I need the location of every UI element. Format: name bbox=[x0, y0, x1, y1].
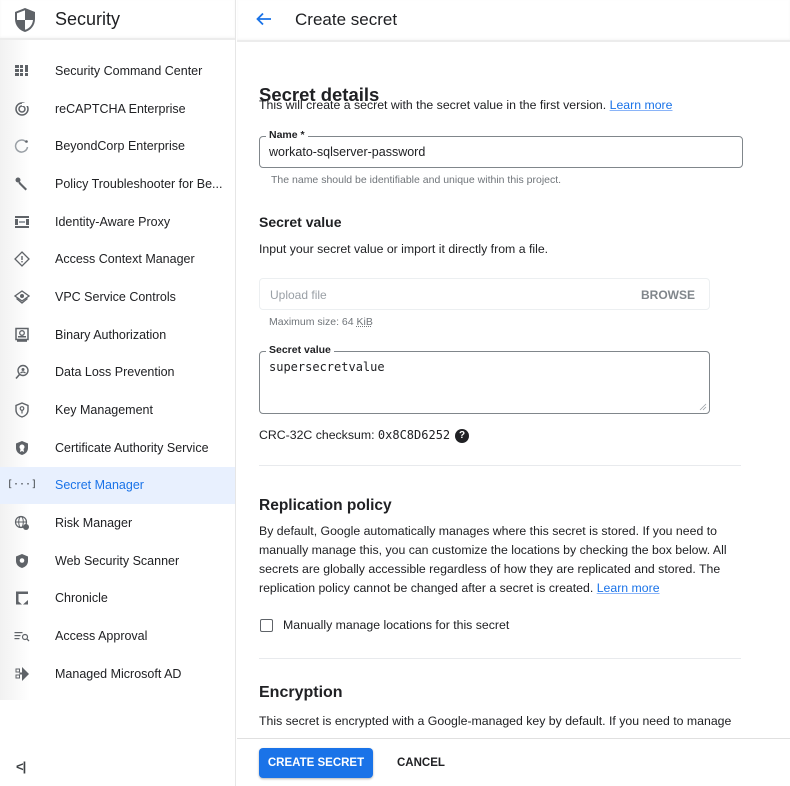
sidebar-item-security-command-center[interactable]: Security Command Center bbox=[0, 52, 235, 90]
sidebar-item-label: Access Context Manager bbox=[55, 252, 195, 267]
sidebar-item-label: reCAPTCHA Enterprise bbox=[55, 101, 186, 116]
secret-details-description: This will create a secret with the secre… bbox=[259, 96, 673, 115]
badge-icon bbox=[14, 327, 30, 343]
sidebar-item-label: Policy Troubleshooter for Be... bbox=[55, 176, 223, 191]
back-arrow-icon[interactable] bbox=[255, 10, 273, 28]
sidebar-item-secret-manager[interactable]: [···] Secret Manager bbox=[0, 466, 235, 505]
sidebar-item-label: Chronicle bbox=[55, 591, 108, 606]
beyondcorp-icon bbox=[14, 138, 30, 154]
sidebar-item-beyondcorp-enterprise[interactable]: BeyondCorp Enterprise bbox=[0, 127, 235, 165]
secret-value-textarea[interactable]: Secret value supersecretvalue bbox=[259, 344, 710, 414]
sidebar-item-label: Secret Manager bbox=[55, 478, 144, 493]
resize-handle-icon[interactable] bbox=[699, 403, 707, 411]
learn-more-link[interactable]: Learn more bbox=[597, 581, 660, 595]
sidebar-item-certificate-authority-service[interactable]: Certificate Authority Service bbox=[0, 429, 235, 467]
sidebar-item-risk-manager[interactable]: Risk Manager bbox=[0, 504, 235, 542]
globe-icon bbox=[14, 515, 30, 531]
sidebar-item-label: Web Security Scanner bbox=[55, 553, 180, 568]
key-shield-icon bbox=[14, 402, 30, 418]
manual-locations-checkbox[interactable] bbox=[260, 619, 273, 632]
layers-icon bbox=[14, 289, 30, 305]
shield-icon bbox=[14, 553, 30, 569]
sidebar-item-web-security-scanner[interactable]: Web Security Scanner bbox=[0, 542, 235, 580]
sidebar-item-label: BeyondCorp Enterprise bbox=[55, 139, 185, 154]
sidebar-item-label: Risk Manager bbox=[55, 516, 133, 531]
sidebar-item-label: Access Approval bbox=[55, 629, 148, 644]
name-hint: The name should be identifiable and uniq… bbox=[271, 174, 562, 186]
proxy-icon bbox=[14, 214, 30, 230]
sidebar-title: Security bbox=[55, 9, 121, 29]
sidebar-item-label: Certificate Authority Service bbox=[55, 440, 209, 455]
sidebar-item-label: Identity-Aware Proxy bbox=[55, 214, 171, 229]
sidebar-item-label: Key Management bbox=[55, 403, 153, 418]
learn-more-link[interactable]: Learn more bbox=[610, 98, 673, 112]
max-size-unit: KiB bbox=[356, 316, 373, 328]
encryption-description: This secret is encrypted with a Google-m… bbox=[259, 714, 732, 728]
max-size-hint: Maximum size: 64 KiB bbox=[269, 316, 373, 328]
create-secret-form: Secret details This will create a secret… bbox=[259, 42, 779, 738]
secret-value-text[interactable]: supersecretvalue bbox=[269, 360, 385, 374]
main-panel: Create secret Secret details This will c… bbox=[237, 0, 790, 786]
collapse-sidebar-button[interactable]: <| bbox=[16, 759, 26, 774]
sidebar: Security Security Command Center reCAPTC… bbox=[0, 0, 236, 786]
replication-description: By default, Google automatically manages… bbox=[259, 522, 749, 598]
checksum-label: CRC-32C checksum: bbox=[259, 428, 375, 442]
secret-value-heading: Secret value bbox=[259, 214, 342, 230]
page-title: Create secret bbox=[295, 10, 398, 29]
section-divider bbox=[259, 465, 741, 466]
help-icon[interactable]: ? bbox=[455, 429, 469, 443]
create-secret-button[interactable]: CREATE SECRET bbox=[259, 748, 373, 778]
name-field-label: Name * bbox=[266, 129, 308, 141]
sidebar-item-label: VPC Service Controls bbox=[55, 289, 176, 304]
brackets-icon: [···] bbox=[6, 479, 38, 491]
description-text: This will create a secret with the secre… bbox=[259, 98, 607, 112]
secret-value-description: Input your secret value or import it dir… bbox=[259, 242, 549, 256]
sidebar-item-managed-microsoft-ad[interactable]: Managed Microsoft AD bbox=[0, 655, 235, 693]
checksum-row: CRC-32C checksum: 0x8C8D6252 bbox=[259, 426, 450, 445]
sidebar-item-policy-troubleshooter[interactable]: Policy Troubleshooter for Be... bbox=[0, 165, 235, 203]
sidebar-item-key-management[interactable]: Key Management bbox=[0, 391, 235, 429]
certificate-icon bbox=[14, 440, 30, 456]
upload-file-placeholder: Upload file bbox=[270, 288, 327, 302]
sidebar-nav: Security Command Center reCAPTCHA Enterp… bbox=[0, 52, 235, 693]
secret-value-label: Secret value bbox=[266, 344, 334, 356]
sidebar-item-identity-aware-proxy[interactable]: Identity-Aware Proxy bbox=[0, 203, 235, 241]
chronicle-icon bbox=[14, 590, 30, 606]
sidebar-item-chronicle[interactable]: Chronicle bbox=[0, 580, 235, 618]
sidebar-item-label: Binary Authorization bbox=[55, 327, 167, 342]
sidebar-item-label: Security Command Center bbox=[55, 63, 203, 78]
sidebar-item-binary-authorization[interactable]: Binary Authorization bbox=[0, 316, 235, 354]
max-size-text: Maximum size: 64 bbox=[269, 316, 357, 328]
page-header: Create secret bbox=[237, 0, 790, 42]
diamond-icon bbox=[14, 251, 30, 268]
encryption-heading: Encryption bbox=[259, 684, 343, 701]
sidebar-item-label: Data Loss Prevention bbox=[55, 365, 175, 380]
sidebar-item-recaptcha-enterprise[interactable]: reCAPTCHA Enterprise bbox=[0, 90, 235, 128]
recaptcha-icon bbox=[14, 101, 30, 117]
security-shield-icon bbox=[15, 8, 35, 32]
sidebar-item-data-loss-prevention[interactable]: Data Loss Prevention bbox=[0, 354, 235, 392]
name-field[interactable]: Name * workato-sqlserver-password bbox=[259, 129, 743, 168]
manual-locations-label[interactable]: Manually manage locations for this secre… bbox=[283, 616, 509, 635]
checksum-value: 0x8C8D6252 bbox=[377, 428, 451, 442]
list-search-icon bbox=[14, 628, 30, 644]
name-field-value[interactable]: workato-sqlserver-password bbox=[269, 145, 425, 159]
browse-button[interactable]: BROWSE bbox=[641, 288, 695, 302]
sidebar-item-vpc-service-controls[interactable]: VPC Service Controls bbox=[0, 278, 235, 316]
cancel-button[interactable]: CANCEL bbox=[387, 748, 455, 778]
section-divider bbox=[259, 658, 741, 659]
dashboard-icon bbox=[14, 63, 30, 79]
sidebar-header: Security bbox=[0, 0, 235, 40]
directory-icon bbox=[14, 666, 30, 682]
sidebar-item-access-context-manager[interactable]: Access Context Manager bbox=[0, 240, 235, 278]
wrench-icon bbox=[14, 176, 30, 192]
form-footer: CREATE SECRET CANCEL bbox=[237, 738, 790, 786]
sidebar-item-access-approval[interactable]: Access Approval bbox=[0, 617, 235, 655]
person-search-icon bbox=[14, 364, 30, 380]
replication-policy-heading: Replication policy bbox=[259, 497, 392, 514]
sidebar-item-label: Managed Microsoft AD bbox=[55, 666, 182, 681]
upload-file-field[interactable]: Upload file BROWSE bbox=[259, 278, 710, 310]
